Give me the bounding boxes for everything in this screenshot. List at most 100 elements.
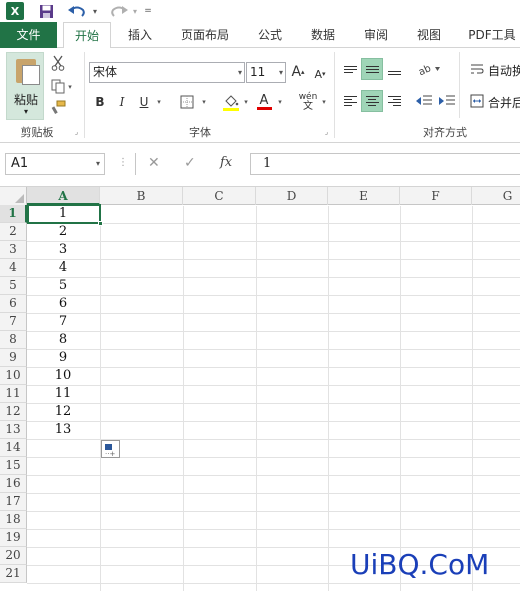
font-size-combo[interactable]: 11 ▾ (246, 62, 286, 83)
phonetic-dropdown-icon[interactable]: ▾ (320, 92, 328, 112)
grow-font-button[interactable]: A ▴ (291, 62, 305, 82)
tab-home[interactable]: 开始 (63, 22, 111, 49)
row-header[interactable]: 21 (0, 565, 27, 583)
cancel-icon[interactable]: ✕ (148, 155, 160, 171)
row-header[interactable]: 12 (0, 403, 27, 421)
phonetic-guide-button[interactable]: wén 文 (297, 92, 319, 112)
increase-indent-button[interactable] (436, 90, 458, 112)
cell-a6[interactable]: 6 (27, 295, 99, 313)
row-header[interactable]: 8 (0, 331, 27, 349)
font-color-dropdown-icon[interactable]: ▾ (276, 92, 284, 112)
cell-a9[interactable]: 9 (27, 349, 99, 367)
column-header-f[interactable]: F (400, 187, 472, 205)
row-header[interactable]: 6 (0, 295, 27, 313)
tab-file[interactable]: 文件 (0, 22, 57, 48)
insert-function-icon[interactable]: fx (220, 155, 232, 170)
enter-icon[interactable]: ✓ (184, 155, 196, 171)
auto-fill-options-button[interactable]: ··+ (101, 440, 120, 458)
row-header[interactable]: 9 (0, 349, 27, 367)
cell-a2[interactable]: 2 (27, 223, 99, 241)
orientation-button[interactable]: ab (415, 58, 443, 80)
wrap-text-button[interactable]: 自动换 (488, 62, 520, 79)
underline-button[interactable]: U (136, 92, 152, 112)
column-gridline (400, 206, 401, 591)
row-header[interactable]: 2 (0, 223, 27, 241)
row-header[interactable]: 16 (0, 475, 27, 493)
cell-a12[interactable]: 12 (27, 403, 99, 421)
tab-page-layout[interactable]: 页面布局 (172, 22, 238, 48)
font-launcher-icon[interactable]: ⌟ (322, 128, 331, 137)
shrink-font-button[interactable]: A ▾ (313, 64, 327, 84)
name-box[interactable]: A1 ▾ (5, 153, 105, 175)
select-all-button[interactable] (0, 187, 27, 205)
paste-button[interactable]: 粘贴 ▾ (6, 52, 44, 120)
formula-input[interactable]: 1 (250, 153, 520, 175)
tab-pdf-tools[interactable]: PDF工具 (462, 22, 520, 48)
merge-center-icon[interactable] (466, 90, 488, 112)
row-header[interactable]: 1 (0, 205, 27, 223)
font-color-bar (256, 107, 272, 110)
fill-color-button[interactable] (222, 92, 240, 112)
borders-button[interactable] (178, 92, 196, 112)
row-header[interactable]: 17 (0, 493, 27, 511)
column-header-a[interactable]: A (27, 187, 100, 205)
column-header-b[interactable]: B (100, 187, 183, 205)
cut-icon[interactable] (48, 54, 68, 72)
wrap-text-icon[interactable] (466, 58, 488, 80)
cell-a7[interactable]: 7 (27, 313, 99, 331)
align-left-icon (343, 94, 357, 108)
row-header[interactable]: 7 (0, 313, 27, 331)
fill-color-dropdown-icon[interactable]: ▾ (242, 92, 250, 112)
row-header[interactable]: 15 (0, 457, 27, 475)
cell-a3[interactable]: 3 (27, 241, 99, 259)
row-header[interactable]: 11 (0, 385, 27, 403)
tab-review[interactable]: 审阅 (353, 22, 399, 48)
cell-a8[interactable]: 8 (27, 331, 99, 349)
align-right-button[interactable] (383, 90, 405, 112)
copy-icon[interactable] (48, 77, 68, 95)
column-header-c[interactable]: C (183, 187, 256, 205)
format-painter-icon[interactable] (48, 98, 68, 116)
save-icon[interactable] (38, 2, 54, 20)
borders-dropdown-icon[interactable]: ▾ (200, 92, 208, 112)
row-header[interactable]: 19 (0, 529, 27, 547)
font-color-button[interactable]: A (255, 92, 273, 112)
column-header-d[interactable]: D (256, 187, 328, 205)
cell-a5[interactable]: 5 (27, 277, 99, 295)
row-header[interactable]: 4 (0, 259, 27, 277)
row-header[interactable]: 13 (0, 421, 27, 439)
tab-data[interactable]: 数据 (300, 22, 346, 48)
customize-toolbar-button[interactable]: = (142, 2, 154, 20)
fill-handle[interactable] (98, 221, 103, 226)
row-header[interactable]: 18 (0, 511, 27, 529)
cell-a10[interactable]: 10 (27, 367, 99, 385)
bold-button[interactable]: B (92, 92, 108, 112)
undo-dropdown[interactable]: ▾ (90, 2, 100, 20)
align-center-button[interactable] (361, 90, 383, 112)
cell-a4[interactable]: 4 (27, 259, 99, 277)
column-header-e[interactable]: E (328, 187, 400, 205)
cell-a13[interactable]: 13 (27, 421, 99, 439)
clipboard-launcher-icon[interactable]: ⌟ (72, 128, 81, 137)
row-header[interactable]: 10 (0, 367, 27, 385)
tab-formulas[interactable]: 公式 (247, 22, 293, 48)
merge-center-button[interactable]: 合并后 (488, 94, 520, 111)
align-middle-button[interactable] (361, 58, 383, 80)
font-name-combo[interactable]: 宋体 ▾ (89, 62, 245, 83)
italic-button[interactable]: I (114, 92, 130, 112)
copy-dropdown-icon[interactable]: ▾ (66, 78, 74, 96)
align-bottom-button[interactable] (383, 58, 405, 80)
row-header[interactable]: 20 (0, 547, 27, 565)
row-header[interactable]: 5 (0, 277, 27, 295)
tab-view[interactable]: 视图 (406, 22, 452, 48)
underline-dropdown-icon[interactable]: ▾ (155, 92, 163, 112)
cell-a11[interactable]: 11 (27, 385, 99, 403)
decrease-indent-button[interactable] (413, 90, 435, 112)
column-header-g[interactable]: G (472, 187, 520, 205)
row-header[interactable]: 3 (0, 241, 27, 259)
align-left-button[interactable] (339, 90, 361, 112)
tab-insert[interactable]: 插入 (116, 22, 164, 48)
undo-icon[interactable] (66, 2, 88, 20)
align-top-button[interactable] (339, 58, 361, 80)
row-header[interactable]: 14 (0, 439, 27, 457)
